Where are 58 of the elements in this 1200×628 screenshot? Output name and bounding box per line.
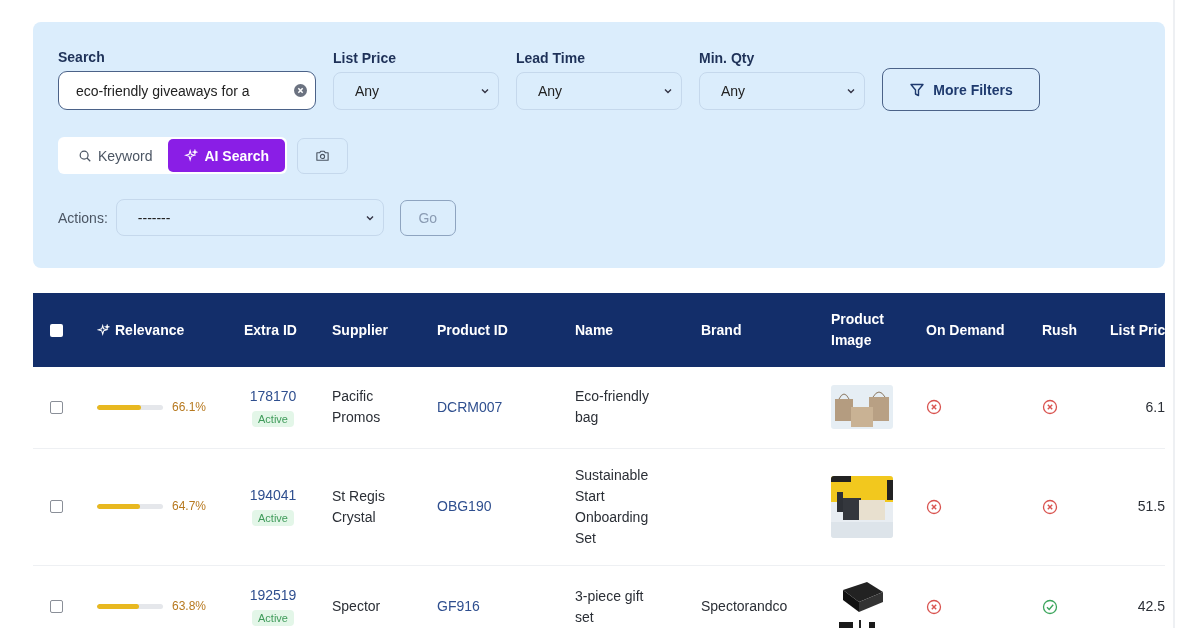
field-label: Min. Qty	[699, 50, 756, 66]
chevron-icon	[663, 86, 673, 96]
column-header[interactable]: Rush	[1042, 319, 1077, 341]
actions-dropdown[interactable]: -------	[115, 199, 384, 236]
select-all-checkbox[interactable]	[50, 323, 63, 337]
row-checkbox[interactable]	[50, 500, 63, 513]
field-label: Lead Time	[516, 50, 586, 66]
relevance-percent: 64.7%	[172, 498, 207, 515]
product-id-link[interactable]: DCRM007	[437, 398, 503, 415]
dropdown[interactable]: Any	[516, 72, 682, 110]
clear-icon[interactable]	[294, 84, 307, 97]
relevance-percent: 63.8%	[172, 598, 207, 615]
more-filters-button[interactable]: More Filters	[882, 68, 1040, 111]
extra-id-link[interactable]: 194041	[232, 485, 314, 506]
extra-id-link[interactable]: 192519	[232, 585, 314, 606]
status-badge: Active	[252, 410, 294, 427]
sparkle-icon	[184, 148, 199, 163]
sparkle-icon	[97, 323, 110, 337]
column-header[interactable]: Brand	[701, 319, 742, 341]
column-header[interactable]: Product ID	[437, 319, 508, 341]
column-header[interactable]: On Demand	[926, 319, 1005, 341]
product-id-link[interactable]: GF916	[437, 598, 480, 614]
table-cell: Spector	[332, 598, 381, 614]
search-field[interactable]: eco-friendly giveaways for a	[58, 71, 316, 110]
table-cell-text: Eco-friendly bag	[575, 387, 650, 428]
column-header[interactable]: List Pric	[1110, 319, 1165, 341]
camera-button[interactable]	[297, 137, 349, 174]
table-cell: St Regis Crystal	[332, 487, 385, 525]
relevance-percent: 66.1%	[172, 398, 207, 416]
actions-label: Actions:	[58, 209, 108, 226]
status-badge: Active	[252, 610, 294, 626]
field-label: List Price	[333, 50, 398, 66]
ai-search-tab[interactable]: AI Search	[168, 139, 286, 172]
table-cell: 51.5	[1137, 498, 1165, 514]
table-cell: 6.1	[1145, 398, 1165, 415]
field-label: Search	[58, 49, 106, 65]
column-header[interactable]: Relevance	[97, 319, 185, 341]
chevron-icon	[846, 86, 856, 96]
chevron-icon	[480, 86, 490, 96]
column-header[interactable]: Extra ID	[244, 319, 297, 341]
extra-id-link[interactable]: 178170	[232, 385, 314, 407]
column-header[interactable]: Product Image	[831, 309, 914, 351]
product-id-link[interactable]: OBG190	[437, 498, 492, 514]
row-checkbox[interactable]	[50, 600, 63, 613]
table-cell-text: Sustainable Start Onboarding Set	[575, 465, 650, 548]
table-cell: 42.5	[1137, 598, 1165, 614]
dropdown[interactable]: Any	[699, 72, 865, 110]
table-cell: Spectorandco	[701, 598, 788, 614]
table-cell-text: 3-piece gift set	[575, 586, 645, 627]
dropdown[interactable]: Any	[333, 72, 499, 110]
column-header[interactable]: Name	[575, 319, 614, 341]
table-cell: Pacific Promos	[332, 388, 381, 426]
filter-icon	[909, 81, 926, 98]
status-badge: Active	[252, 510, 294, 526]
camera-icon	[315, 148, 331, 163]
row-checkbox[interactable]	[50, 400, 63, 414]
column-header[interactable]: Supplier	[332, 319, 388, 341]
search-icon	[78, 148, 92, 163]
